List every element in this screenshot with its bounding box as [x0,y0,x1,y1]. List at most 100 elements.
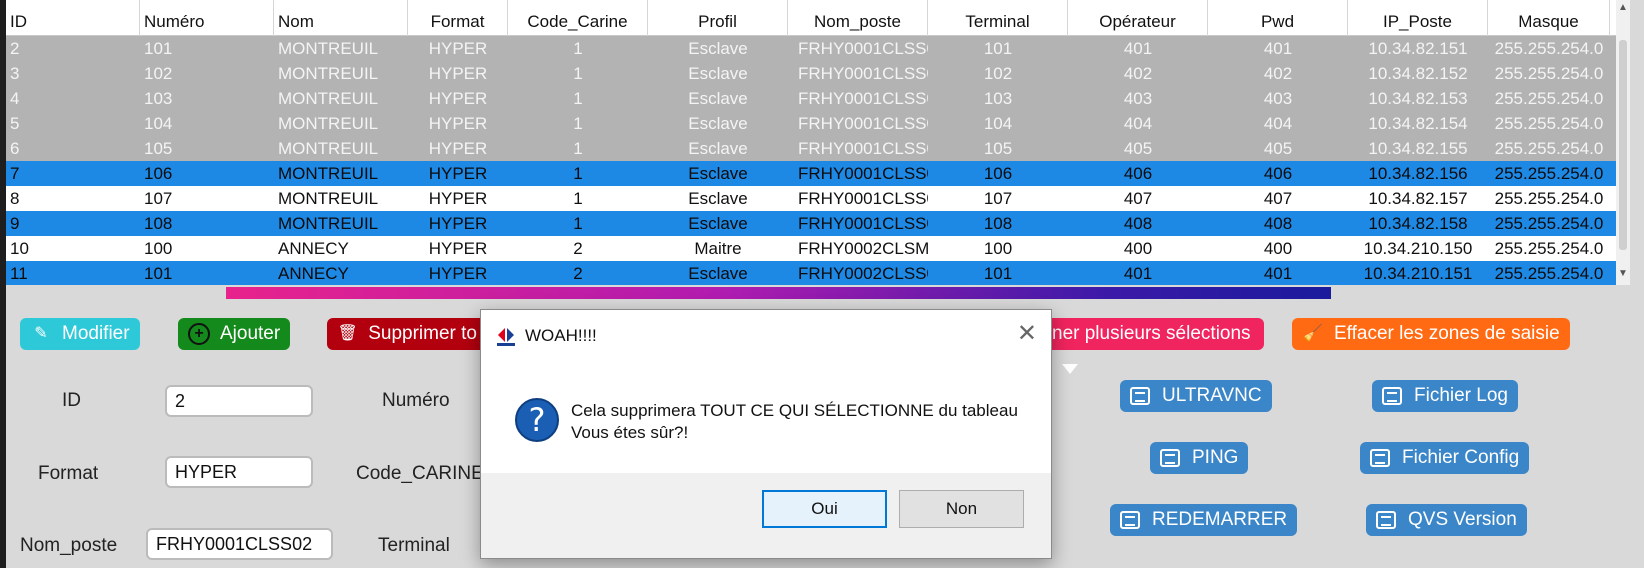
cell-profil[interactable]: Esclave [648,211,788,236]
cell-ip-poste[interactable]: 10.34.82.156 [1348,161,1488,186]
nom-poste-field[interactable]: FRHY0001CLSS02 [146,528,333,560]
cell-operateur[interactable]: 401 [1068,261,1208,285]
cell-id[interactable]: 11 [6,261,140,285]
cell-format[interactable]: HYPER [408,61,508,86]
cell-masque[interactable]: 255.255.254.0 [1488,236,1610,261]
qvs-version-button[interactable]: QVS Version [1366,504,1527,536]
supprimer-button[interactable]: 🗑 Supprimer to [327,318,487,350]
redemarrer-button[interactable]: REDEMARRER [1110,504,1298,536]
cell-format[interactable]: HYPER [408,211,508,236]
cell-numero[interactable]: 105 [140,136,274,161]
col-header-format[interactable]: Format [408,0,508,36]
cell-pwd[interactable]: 400 [1208,236,1348,261]
effacer-button[interactable]: 🧹 Effacer les zones de saisie [1292,318,1570,350]
cell-nom-poste[interactable]: FRHY0002CLSM( [788,236,928,261]
cell-masque[interactable]: 255.255.254.0 [1488,136,1610,161]
table-row[interactable]: 8 107 MONTREUIL HYPER 1 Esclave FRHY0001CLSS0 1… [6,186,1630,211]
cell-ip-poste[interactable]: 10.34.82.153 [1348,86,1488,111]
cell-profil[interactable]: Esclave [648,111,788,136]
format-field[interactable]: HYPER [165,456,313,488]
cell-numero[interactable]: 104 [140,111,274,136]
col-header-code-carine[interactable]: Code_Carine [508,0,648,36]
cell-terminal[interactable]: 102 [928,61,1068,86]
cell-format[interactable]: HYPER [408,136,508,161]
ajouter-button[interactable]: + Ajouter [178,318,291,350]
cell-profil[interactable]: Esclave [648,61,788,86]
table-row[interactable]: 2 101 MONTREUIL HYPER 1 Esclave FRHY0001CLSS0 1… [6,36,1630,61]
cell-nom[interactable]: MONTREUIL [274,111,408,136]
cell-id[interactable]: 7 [6,161,140,186]
cell-numero[interactable]: 106 [140,161,274,186]
cell-operateur[interactable]: 405 [1068,136,1208,161]
cell-terminal[interactable]: 103 [928,86,1068,111]
cell-id[interactable]: 3 [6,61,140,86]
cell-profil[interactable]: Esclave [648,86,788,111]
cell-masque[interactable]: 255.255.254.0 [1488,61,1610,86]
cell-ip-poste[interactable]: 10.34.82.154 [1348,111,1488,136]
cell-terminal[interactable]: 100 [928,236,1068,261]
cell-terminal[interactable]: 101 [928,261,1068,285]
cell-pwd[interactable]: 404 [1208,111,1348,136]
table-row[interactable]: 3 102 MONTREUIL HYPER 1 Esclave FRHY0001CLSS0 1… [6,61,1630,86]
cell-operateur[interactable]: 400 [1068,236,1208,261]
cell-code-carine[interactable]: 1 [508,111,648,136]
cell-id[interactable]: 5 [6,111,140,136]
cell-ip-poste[interactable]: 10.34.82.151 [1348,36,1488,61]
cell-code-carine[interactable]: 2 [508,261,648,285]
cell-numero[interactable]: 102 [140,61,274,86]
cell-nom[interactable]: MONTREUIL [274,86,408,111]
cell-id[interactable]: 9 [6,211,140,236]
cell-numero[interactable]: 108 [140,211,274,236]
cell-nom[interactable]: MONTREUIL [274,61,408,86]
cell-operateur[interactable]: 401 [1068,36,1208,61]
cell-format[interactable]: HYPER [408,36,508,61]
cell-nom-poste[interactable]: FRHY0001CLSS0 [788,61,928,86]
cell-ip-poste[interactable]: 10.34.82.155 [1348,136,1488,161]
table-row[interactable]: 5 104 MONTREUIL HYPER 1 Esclave FRHY0001CLSS0 1… [6,111,1630,136]
col-header-operateur[interactable]: Opérateur [1068,0,1208,36]
ultravnc-button[interactable]: ULTRAVNC [1120,380,1272,412]
cell-id[interactable]: 8 [6,186,140,211]
oui-button[interactable]: Oui [762,490,887,528]
col-header-pwd[interactable]: Pwd [1208,0,1348,36]
cell-terminal[interactable]: 107 [928,186,1068,211]
cell-code-carine[interactable]: 1 [508,86,648,111]
cell-masque[interactable]: 255.255.254.0 [1488,86,1610,111]
cell-pwd[interactable]: 405 [1208,136,1348,161]
non-button[interactable]: Non [899,490,1024,528]
cell-ip-poste[interactable]: 10.34.210.151 [1348,261,1488,285]
cell-nom[interactable]: MONTREUIL [274,161,408,186]
cell-format[interactable]: HYPER [408,236,508,261]
cell-pwd[interactable]: 401 [1208,36,1348,61]
cell-code-carine[interactable]: 1 [508,211,648,236]
cell-nom-poste[interactable]: FRHY0001CLSS0 [788,111,928,136]
cell-masque[interactable]: 255.255.254.0 [1488,211,1610,236]
cell-ip-poste[interactable]: 10.34.82.157 [1348,186,1488,211]
col-header-nom-poste[interactable]: Nom_poste [788,0,928,36]
cell-pwd[interactable]: 408 [1208,211,1348,236]
data-table[interactable]: ID Numéro Nom Format Code_Carine Profil … [6,0,1630,285]
cell-format[interactable]: HYPER [408,86,508,111]
cell-code-carine[interactable]: 1 [508,136,648,161]
cell-profil[interactable]: Esclave [648,136,788,161]
col-header-numero[interactable]: Numéro [140,0,274,36]
cell-terminal[interactable]: 104 [928,111,1068,136]
cell-code-carine[interactable]: 1 [508,186,648,211]
cell-masque[interactable]: 255.255.254.0 [1488,36,1610,61]
cell-nom-poste[interactable]: FRHY0001CLSS0 [788,161,928,186]
cell-profil[interactable]: Esclave [648,261,788,285]
cell-nom[interactable]: MONTREUIL [274,186,408,211]
cell-operateur[interactable]: 407 [1068,186,1208,211]
cell-operateur[interactable]: 402 [1068,61,1208,86]
scroll-up-icon[interactable]: ▲ [1617,2,1629,16]
modifier-button[interactable]: ✎ Modifier [20,318,140,350]
cell-masque[interactable]: 255.255.254.0 [1488,111,1610,136]
cell-terminal[interactable]: 101 [928,36,1068,61]
cell-nom[interactable]: MONTREUIL [274,136,408,161]
cell-nom-poste[interactable]: FRHY0002CLSS0 [788,261,928,285]
cell-nom-poste[interactable]: FRHY0001CLSS0 [788,211,928,236]
cell-code-carine[interactable]: 1 [508,36,648,61]
col-header-nom[interactable]: Nom [274,0,408,36]
cell-id[interactable]: 10 [6,236,140,261]
horizontal-scrollbar[interactable] [6,285,1630,299]
